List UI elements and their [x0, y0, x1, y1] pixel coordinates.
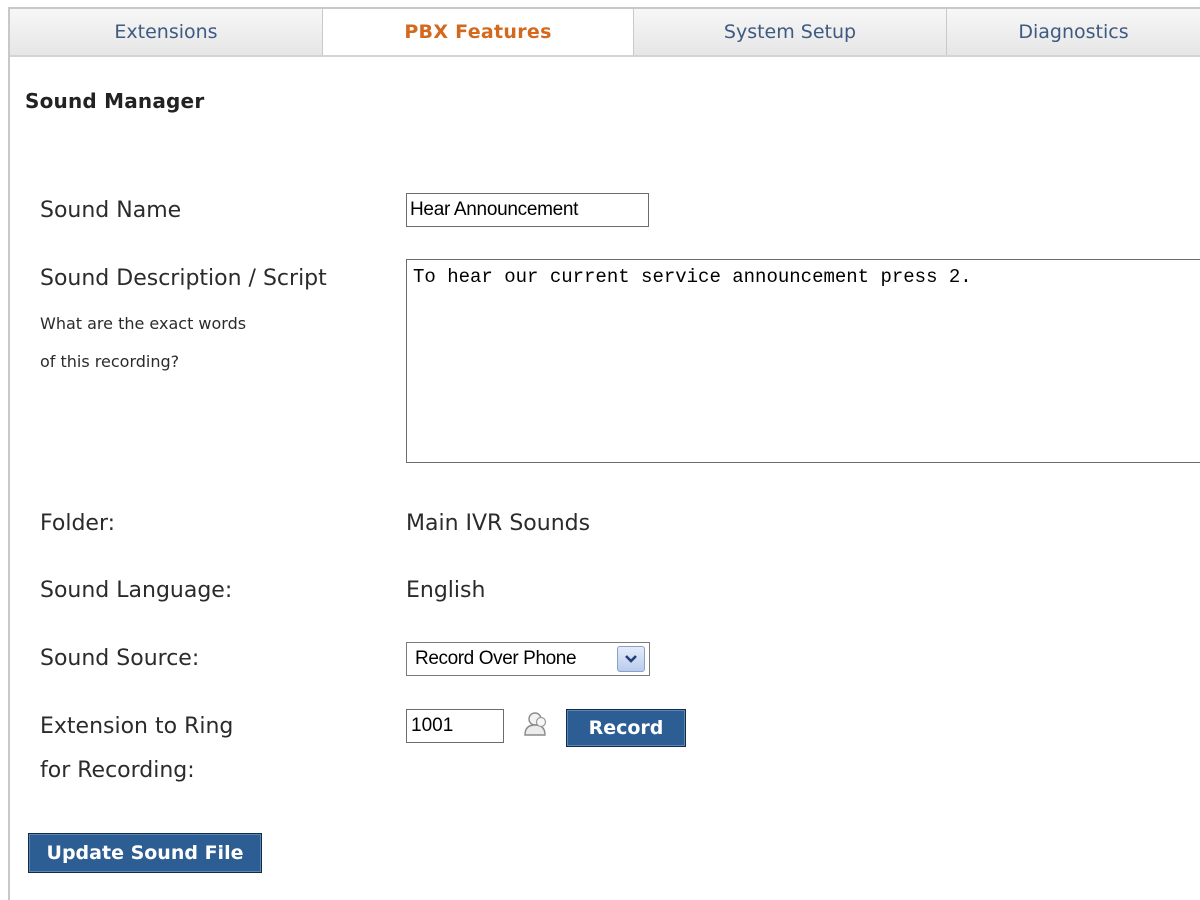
- update-sound-file-button[interactable]: Update Sound File: [28, 833, 262, 873]
- user-lookup-icon[interactable]: [522, 710, 550, 738]
- tab-system-setup[interactable]: System Setup: [634, 9, 947, 55]
- sound-source-selected-value: Record Over Phone: [415, 648, 577, 669]
- main-tab-bar: Extensions PBX Features System Setup Dia…: [10, 9, 1200, 57]
- sound-language-label: Sound Language:: [40, 578, 233, 603]
- sound-language-value: English: [406, 578, 486, 603]
- page-title: Sound Manager: [25, 89, 205, 113]
- chevron-down-icon[interactable]: [617, 646, 645, 672]
- tab-extensions[interactable]: Extensions: [10, 9, 323, 55]
- folder-value: Main IVR Sounds: [406, 511, 591, 536]
- sound-description-textarea[interactable]: To hear our current service announcement…: [406, 259, 1200, 463]
- tab-diagnostics[interactable]: Diagnostics: [947, 9, 1200, 55]
- record-button[interactable]: Record: [566, 709, 686, 747]
- sound-description-hint-line2: of this recording?: [40, 352, 180, 371]
- extension-label-line2: for Recording:: [40, 758, 195, 783]
- sound-description-label: Sound Description / Script: [40, 266, 327, 291]
- sound-source-select[interactable]: Record Over Phone: [406, 642, 650, 676]
- tab-pbx-features[interactable]: PBX Features: [323, 9, 634, 55]
- extension-label-line1: Extension to Ring: [40, 714, 234, 739]
- folder-label: Folder:: [40, 511, 116, 536]
- sound-name-input[interactable]: [406, 193, 649, 227]
- sound-source-label: Sound Source:: [40, 646, 200, 671]
- sound-name-label: Sound Name: [40, 198, 182, 223]
- extension-input[interactable]: [406, 709, 504, 743]
- sound-description-hint-line1: What are the exact words: [40, 314, 247, 333]
